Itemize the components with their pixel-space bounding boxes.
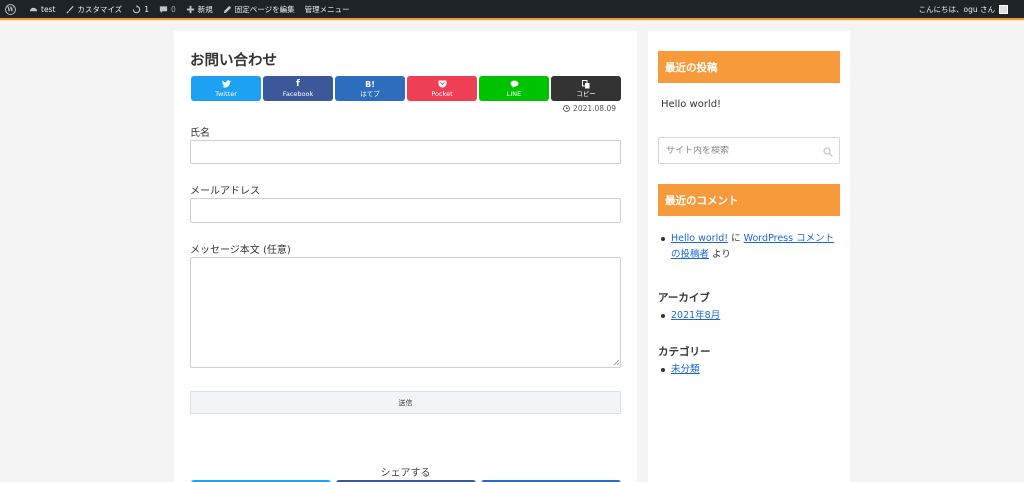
share-label-hatena: はてブ	[360, 90, 380, 98]
new-content-link[interactable]: 新規	[181, 0, 218, 18]
search-icon[interactable]	[823, 147, 833, 157]
post-date-text: 2021.08.09	[573, 104, 616, 113]
my-account-link[interactable]: こんにちは、ogu さん	[919, 0, 1024, 18]
edit-page-link[interactable]: 固定ページを編集	[218, 0, 300, 18]
share-heading: シェアする	[380, 468, 431, 479]
share-label-line: LINE	[506, 90, 522, 98]
email-input[interactable]	[190, 198, 621, 223]
message-label: メッセージ本文 (任意)	[190, 245, 291, 256]
list-item: 未分類	[661, 362, 841, 378]
comments-count: 0	[170, 4, 176, 14]
customize-label: カスタマイズ	[77, 4, 123, 14]
list-item: 2021年8月	[661, 308, 841, 324]
search-form	[658, 137, 840, 164]
recent-comments-heading: 最近のコメント	[658, 184, 840, 216]
site-name-label: test	[41, 4, 56, 14]
archives-heading: アーカイブ	[658, 292, 710, 304]
recent-comments-list: Hello world! に WordPress コメントの投稿者 より	[661, 231, 841, 263]
categories-heading: カテゴリー	[658, 346, 711, 358]
comment-on-text: に	[731, 233, 741, 244]
resize-handle-icon[interactable]	[612, 358, 620, 366]
message-textarea[interactable]	[190, 257, 621, 368]
name-input[interactable]	[190, 140, 621, 164]
facebook-icon: f	[296, 78, 300, 89]
site-name-link[interactable]: test	[24, 0, 60, 18]
admin-menu-link[interactable]: 管理メニュー	[300, 0, 355, 18]
list-item: Hello world! に WordPress コメントの投稿者 より	[661, 231, 841, 263]
greeting-label: こんにちは、ogu さん	[918, 4, 996, 14]
edit-icon	[223, 5, 231, 13]
admin-bar: W test カスタマイズ 1 0 新規 固定ページを編集 管理メニュー こんに…	[0, 0, 1024, 18]
page-title: お問い合わせ	[190, 53, 277, 69]
categories-list: 未分類	[661, 362, 841, 378]
hatena-bookmark-icon: B!	[365, 79, 375, 89]
post-date: 2021.08.09	[563, 104, 616, 113]
updates-link[interactable]: 1	[127, 0, 154, 18]
share-label-twitter: Twitter	[215, 90, 237, 98]
comment-suffix-text: より	[712, 249, 731, 260]
clock-icon	[563, 105, 570, 112]
avatar	[999, 4, 1008, 14]
new-label: 新規	[197, 4, 213, 14]
pocket-icon	[438, 79, 447, 89]
sidebar: 最近の投稿 Hello world! 最近のコメント Hello world! …	[648, 31, 850, 482]
copy-icon	[582, 79, 590, 89]
wordpress-logo-button[interactable]: W	[0, 0, 24, 18]
wordpress-icon: W	[5, 3, 16, 15]
share-label-facebook: Facebook	[282, 90, 314, 98]
customize-link[interactable]: カスタマイズ	[60, 0, 127, 18]
svg-text:W: W	[6, 6, 14, 13]
comments-link[interactable]: 0	[154, 0, 181, 18]
twitter-icon	[221, 79, 231, 89]
admin-menu-label: 管理メニュー	[304, 4, 350, 14]
recent-posts-heading: 最近の投稿	[658, 51, 840, 83]
archives-list: 2021年8月	[661, 308, 841, 324]
comment-icon	[159, 5, 168, 13]
update-icon	[132, 4, 141, 13]
share-button-copy[interactable]: コピー	[551, 76, 621, 101]
header-accent-shadow	[0, 20, 1024, 21]
share-button-line[interactable]: LINE	[479, 76, 549, 101]
recent-post-link[interactable]: Hello world!	[661, 99, 721, 110]
name-label: 氏名	[190, 128, 210, 139]
category-link[interactable]: 未分類	[671, 364, 700, 375]
paintbrush-icon	[66, 5, 74, 14]
comment-post-link[interactable]: Hello world!	[671, 233, 728, 244]
main-content: お問い合わせ Twitter f Facebook B! はてブ Pocket …	[174, 31, 637, 482]
edit-page-label: 固定ページを編集	[234, 4, 295, 14]
dashboard-icon	[29, 7, 38, 11]
line-icon	[510, 79, 519, 89]
archive-link[interactable]: 2021年8月	[671, 310, 720, 321]
share-button-pocket[interactable]: Pocket	[407, 76, 477, 101]
share-label-pocket: Pocket	[431, 90, 453, 98]
share-button-facebook[interactable]: f Facebook	[263, 76, 333, 101]
email-label: メールアドレス	[190, 186, 260, 197]
updates-count: 1	[144, 4, 149, 14]
search-input[interactable]	[666, 145, 816, 156]
share-button-twitter[interactable]: Twitter	[191, 76, 261, 101]
plus-icon	[186, 5, 194, 13]
submit-button[interactable]: 送信	[190, 391, 621, 414]
share-label-copy: コピー	[576, 90, 596, 98]
share-button-hatena[interactable]: B! はてブ	[335, 76, 405, 101]
